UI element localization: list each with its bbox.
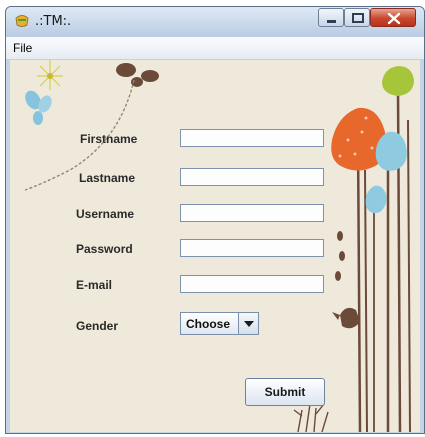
gender-label: Gender xyxy=(76,319,119,333)
firstname-field[interactable] xyxy=(180,129,324,147)
minimize-icon xyxy=(327,20,336,23)
lastname-label: Lastname xyxy=(79,171,136,185)
username-label: Username xyxy=(76,207,135,221)
email-label: E-mail xyxy=(76,278,113,292)
email-field[interactable] xyxy=(180,275,324,293)
app-icon xyxy=(15,15,29,27)
lastname-input[interactable] xyxy=(181,170,323,186)
close-icon xyxy=(387,12,401,25)
firstname-label: Firstname xyxy=(80,132,138,146)
lastname-field[interactable] xyxy=(180,168,324,186)
close-button[interactable] xyxy=(370,8,416,27)
app-window: .:TM:. File Firstname Lastname Username … xyxy=(5,6,425,434)
window-title: .:TM:. xyxy=(35,14,72,29)
gender-selected-value: Choose xyxy=(186,317,231,331)
bird-icon xyxy=(332,307,360,329)
username-input[interactable] xyxy=(181,206,323,222)
username-field[interactable] xyxy=(180,204,324,222)
password-label: Password xyxy=(76,242,133,256)
menu-file[interactable]: File xyxy=(13,41,32,55)
menu-bar: File xyxy=(6,37,424,60)
submit-button[interactable]: Submit xyxy=(245,378,325,406)
firstname-input[interactable] xyxy=(181,131,323,147)
email-input[interactable] xyxy=(181,277,323,293)
title-bar[interactable]: .:TM:. xyxy=(6,7,424,37)
maximize-icon xyxy=(352,13,364,23)
password-field[interactable] xyxy=(180,239,324,257)
password-input[interactable] xyxy=(181,241,323,257)
gender-dropdown-button[interactable] xyxy=(238,313,258,334)
leaf-icon xyxy=(116,63,159,87)
gender-select[interactable]: Choose xyxy=(180,312,259,335)
minimize-button[interactable] xyxy=(318,8,344,27)
butterfly-icon xyxy=(25,90,52,125)
maximize-button[interactable] xyxy=(344,8,370,27)
flower-icon xyxy=(37,60,63,90)
chevron-down-icon xyxy=(244,321,254,327)
form-panel: Firstname Lastname Username Password E-m… xyxy=(10,60,420,432)
